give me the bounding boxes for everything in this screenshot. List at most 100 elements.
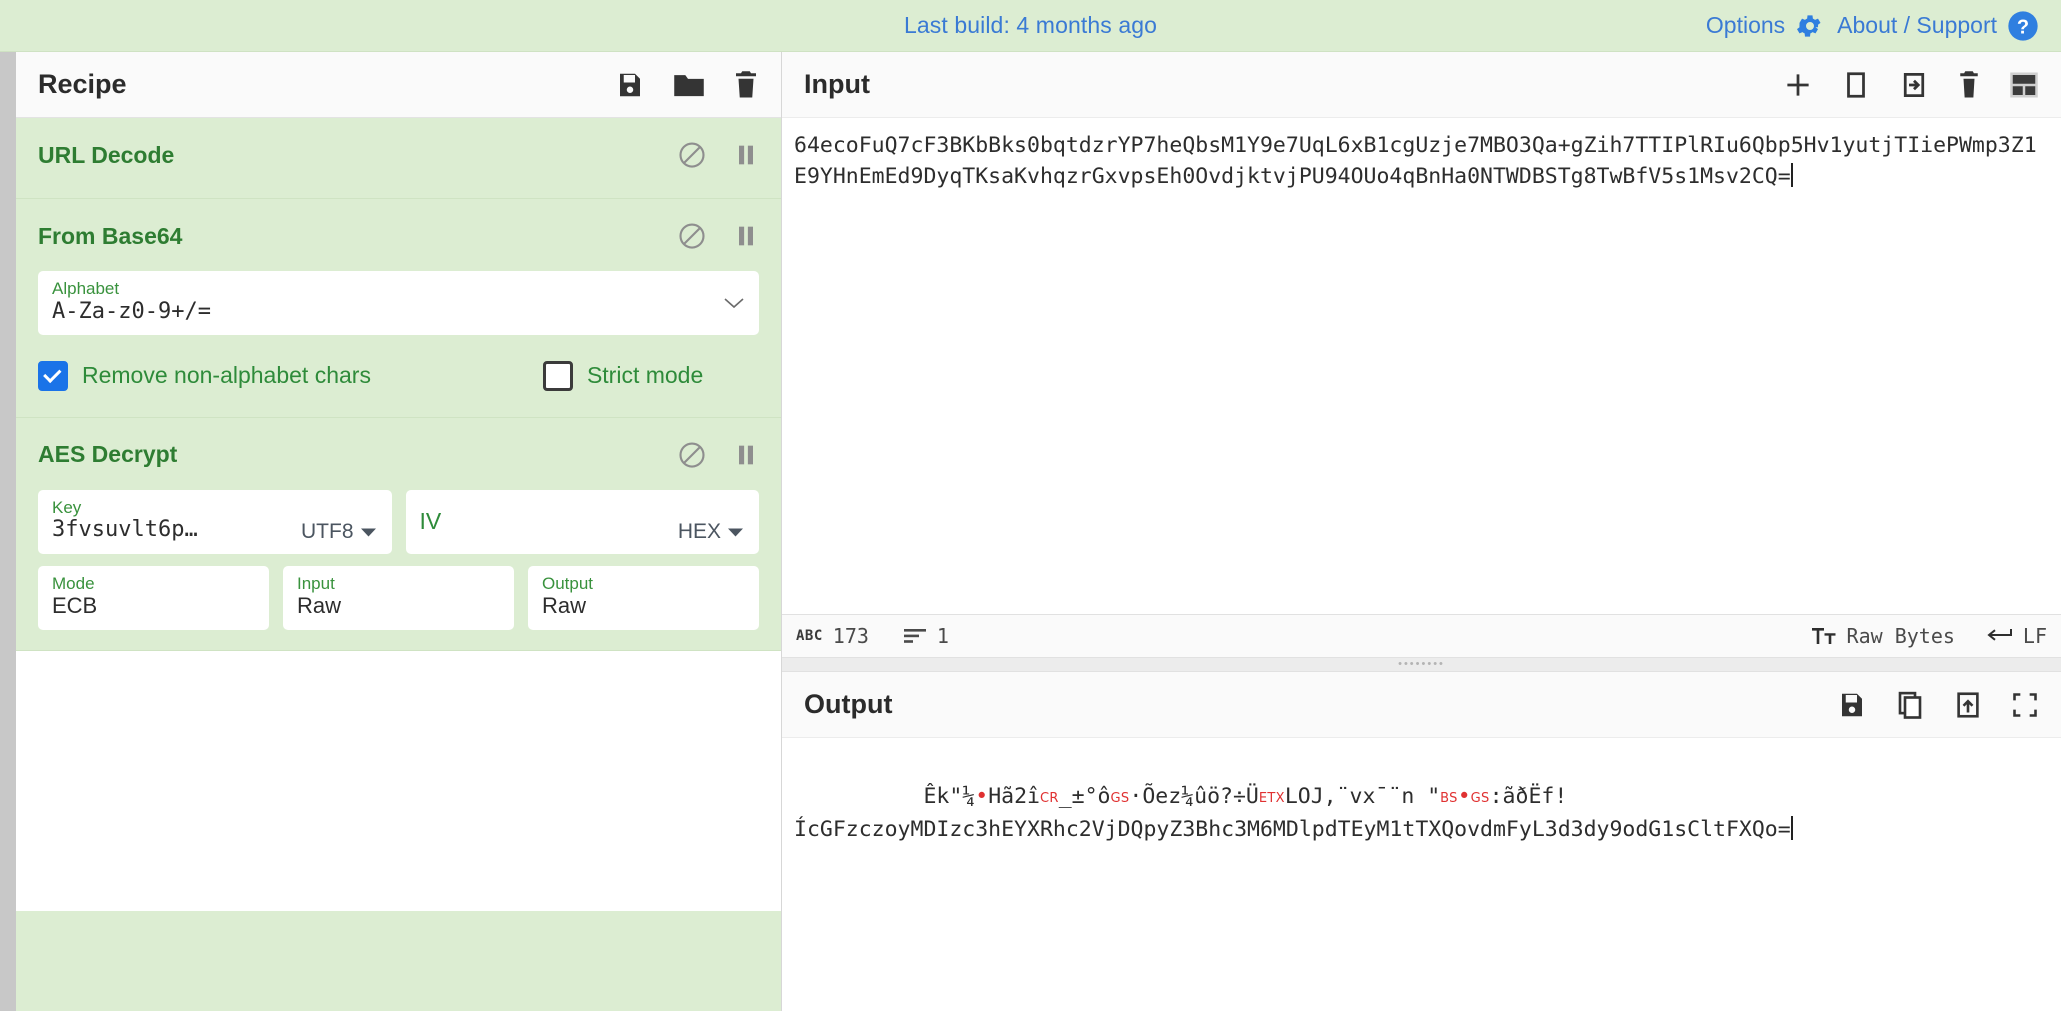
mode-label: Mode	[52, 573, 95, 593]
input-status-right: Raw Bytes LF	[1811, 624, 2047, 648]
alphabet-label: Alphabet	[52, 279, 120, 298]
iv-encoding-value: HEX	[677, 519, 721, 543]
breakpoint-pause-icon[interactable]	[733, 141, 759, 169]
output-text-segment: LOJ,¨vx¯¨n "	[1284, 784, 1441, 809]
aes-output-select[interactable]: Output Raw	[528, 565, 759, 630]
chevron-down-icon[interactable]	[723, 296, 745, 310]
checkbox-label: Strict mode	[586, 362, 704, 389]
remove-non-alphabet-chars-checkbox[interactable]: Remove non-alphabet chars	[38, 360, 371, 391]
output-text-segment: :ãðËf!	[1489, 784, 1568, 809]
lines-icon	[903, 627, 927, 645]
about-support-button[interactable]: About / Support ?	[1837, 10, 2039, 42]
control-char-dot: •	[975, 784, 989, 809]
operation-controls	[677, 140, 759, 170]
font-icon	[1811, 626, 1837, 646]
copy-output-icon[interactable]	[1895, 690, 1925, 720]
input-length-indicator[interactable]: ABC 173	[796, 624, 869, 648]
grip-dots: ••••••••	[1398, 658, 1445, 670]
input-character-encoding[interactable]: Raw Bytes	[1811, 624, 1955, 648]
input-lines-indicator[interactable]: 1	[903, 624, 949, 648]
main-body: Recipe URL Decode From Base64 Alphabet A…	[0, 52, 2061, 1011]
key-encoding-value: UTF8	[301, 519, 354, 543]
open-file-as-input-icon[interactable]	[1899, 70, 1929, 100]
top-banner: Last build: 4 months ago Options About /…	[0, 0, 2061, 52]
recipe-header: Recipe	[16, 52, 781, 118]
recipe-empty-space[interactable]	[16, 650, 781, 911]
output-caret	[1790, 816, 1793, 840]
control-char-marker: ETX	[1258, 791, 1285, 806]
input-length-value: 173	[832, 624, 869, 648]
recipe-operation-aes-decrypt[interactable]: AES Decrypt Key 3fvsuvlt6p… UTF8 IV HEX …	[16, 417, 781, 651]
chevron-down-icon	[360, 528, 376, 537]
scrollbar-thumb[interactable]	[0, 52, 16, 1011]
abc-icon: ABC	[796, 628, 823, 644]
iv-field[interactable]: IV HEX	[405, 489, 759, 554]
save-output-icon[interactable]	[1837, 690, 1867, 720]
add-input-tab-icon[interactable]	[1783, 70, 1813, 100]
recipe-title: Recipe	[38, 69, 127, 99]
input-encoding-value: Raw Bytes	[1846, 624, 1955, 648]
clear-input-icon[interactable]	[1957, 70, 1981, 100]
key-encoding-select[interactable]: UTF8	[301, 520, 376, 544]
aes-input-select[interactable]: Input Raw	[283, 565, 514, 630]
input-pane: Input 64ecoFuQ7cF3BKbBks0bqtdzrYP7heQbsM…	[782, 52, 2061, 672]
output-textarea[interactable]: Êk"¼•Hã2îCR_±°ôGS·Õez¼ûö?÷ÜETXLOJ,¨vx¯¨n…	[782, 738, 2061, 1011]
key-iv-row: Key 3fvsuvlt6p… UTF8 IV HEX	[38, 489, 759, 554]
operation-title: URL Decode	[38, 141, 175, 168]
output-line-2: ÍcGFzczoyMDIzc3hEYXRhc2VjDQpyZ3Bhc3M6MDl…	[794, 817, 1791, 842]
svg-text:?: ?	[2017, 16, 2029, 38]
gear-icon[interactable]	[1795, 11, 1825, 41]
output-text-segment: _±°ô	[1058, 784, 1111, 809]
chevron-down-icon	[728, 528, 743, 537]
recipe-pane: Recipe URL Decode From Base64 Alphabet A…	[16, 52, 782, 1011]
input-toolbar	[1783, 70, 2039, 100]
recipe-operation-url-decode[interactable]: URL Decode	[16, 118, 781, 199]
recipe-operation-from-base64[interactable]: From Base64 Alphabet A-Za-z0-9+/= Remove…	[16, 199, 781, 418]
alphabet-select[interactable]: Alphabet A-Za-z0-9+/=	[38, 271, 759, 335]
output-toolbar	[1837, 690, 2039, 720]
input-header: Input	[782, 52, 2061, 118]
iv-encoding-select[interactable]: HEX	[678, 520, 743, 544]
recipe-toolbar	[615, 70, 759, 100]
output-text-segment: Hã2î	[988, 784, 1040, 809]
key-field[interactable]: Key 3fvsuvlt6p… UTF8	[38, 489, 392, 554]
io-splitter[interactable]: ••••••••	[782, 658, 2061, 672]
input-textarea[interactable]: 64ecoFuQ7cF3BKbBks0bqtdzrYP7heQbsM1Y9e7U…	[782, 118, 2061, 614]
load-recipe-icon[interactable]	[673, 70, 705, 100]
checkbox-box-unchecked[interactable]	[542, 360, 573, 391]
disable-operation-icon[interactable]	[677, 221, 707, 251]
control-char-marker: GS	[1110, 791, 1130, 806]
strict-mode-checkbox[interactable]: Strict mode	[542, 360, 704, 391]
options-button[interactable]: Options	[1706, 11, 1825, 41]
breakpoint-pause-icon[interactable]	[733, 441, 759, 469]
output-header: Output	[782, 672, 2061, 738]
input-status-bar: ABC 173 1 Raw Bytes LF	[782, 614, 2061, 658]
recipe-operations-list: URL Decode From Base64 Alphabet A-Za-z0-…	[16, 118, 781, 1011]
input-title: Input	[804, 69, 870, 99]
clear-recipe-icon[interactable]	[733, 70, 759, 100]
reset-pane-layout-icon[interactable]	[2009, 71, 2039, 99]
input-lines-value: 1	[936, 624, 949, 648]
return-icon	[1985, 627, 2013, 645]
save-recipe-icon[interactable]	[615, 70, 645, 100]
input-line-ending[interactable]: LF	[1985, 624, 2047, 648]
disable-operation-icon[interactable]	[677, 140, 707, 170]
aes-output-label: Output	[542, 573, 594, 593]
disable-operation-icon[interactable]	[677, 440, 707, 470]
open-folder-as-input-icon[interactable]	[1841, 70, 1871, 100]
banner-actions: Options About / Support ?	[1706, 10, 2061, 42]
control-char-marker: GS	[1470, 791, 1490, 806]
operation-title: From Base64	[38, 222, 183, 249]
output-line-1: Êk"¼•Hã2îCR_±°ôGS·Õez¼ûö?÷ÜETXLOJ,¨vx¯¨n…	[923, 784, 1567, 809]
about-support-label: About / Support	[1837, 12, 1997, 38]
mode-select[interactable]: Mode ECB	[38, 565, 269, 630]
checkbox-box-checked[interactable]	[38, 360, 68, 391]
operations-scrollbar[interactable]	[0, 52, 16, 1011]
output-title: Output	[804, 689, 893, 719]
io-column: Input 64ecoFuQ7cF3BKbBks0bqtdzrYP7heQbsM…	[782, 52, 2061, 1011]
breakpoint-pause-icon[interactable]	[733, 222, 759, 250]
operation-controls	[677, 221, 759, 251]
replace-input-with-output-icon[interactable]	[1953, 690, 1983, 720]
question-mark-icon[interactable]: ?	[2007, 10, 2039, 42]
maximise-output-icon[interactable]	[2011, 691, 2039, 719]
